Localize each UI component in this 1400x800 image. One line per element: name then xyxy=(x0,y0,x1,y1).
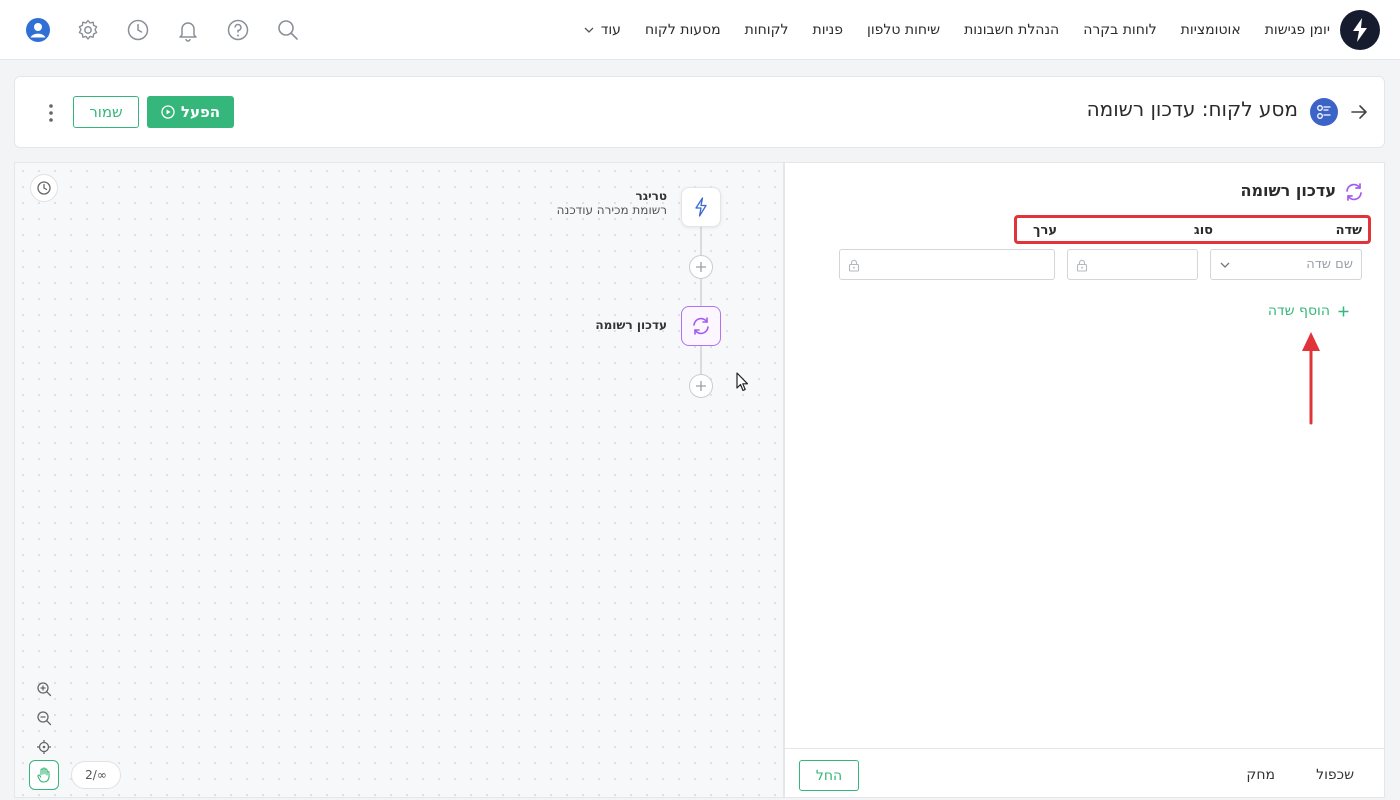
search-icon[interactable] xyxy=(275,17,301,43)
add-step-button[interactable] xyxy=(689,255,713,279)
top-navbar: יומן פגישות אוטומציות לוחות בקרה הנהלת ח… xyxy=(0,0,1400,60)
nav-item-customers[interactable]: לקוחות xyxy=(745,22,789,38)
mouse-cursor-icon xyxy=(736,372,750,392)
nav-item-calls[interactable]: שיחות טלפון xyxy=(867,22,940,38)
kebab-icon[interactable] xyxy=(41,101,61,125)
help-icon[interactable] xyxy=(225,17,251,43)
logo-icon[interactable] xyxy=(1340,10,1380,50)
trigger-node-title: טריגר xyxy=(635,189,668,203)
annotation-arrow xyxy=(1297,329,1325,425)
chevron-down-icon xyxy=(583,24,595,36)
add-field-label: הוסף שדה xyxy=(1267,303,1330,319)
zoom-out-icon[interactable] xyxy=(29,703,59,732)
plus-icon xyxy=(695,261,707,273)
chevron-down-icon xyxy=(1219,259,1231,271)
trigger-node-subtitle: רשומת מכירה עודכנה xyxy=(556,203,667,217)
clock-icon[interactable] xyxy=(125,17,151,43)
run-button[interactable]: הפעל xyxy=(147,96,234,128)
run-button-label: הפעל xyxy=(180,103,221,121)
duplicate-button[interactable]: שכפול xyxy=(1316,767,1354,783)
delete-button[interactable]: מחק xyxy=(1246,767,1275,783)
history-icon[interactable] xyxy=(30,174,58,202)
nav-item-automations[interactable]: אוטומציות xyxy=(1181,22,1241,38)
journey-header: מסע לקוח: עדכון רשומה הפעל שמור xyxy=(14,76,1385,148)
nav-item-meetings[interactable]: יומן פגישות xyxy=(1265,22,1330,38)
field-name-placeholder: שם שדה xyxy=(1306,257,1353,272)
nav-item-accounting[interactable]: הנהלת חשבונות xyxy=(964,22,1059,38)
nav-item-journeys[interactable]: מסעות לקוח xyxy=(645,22,721,38)
nav-more-label: עוד xyxy=(600,22,621,38)
field-value-input[interactable] xyxy=(839,249,1055,280)
plus-icon xyxy=(695,380,707,392)
journey-icon xyxy=(1310,98,1338,126)
crosshair-icon[interactable] xyxy=(29,732,59,761)
gear-icon[interactable] xyxy=(75,17,101,43)
refresh-icon xyxy=(690,315,712,337)
panel-title: עדכון רשומה xyxy=(1240,181,1336,200)
panel-footer: החל שכפול מחק xyxy=(785,748,1384,798)
flow-canvas[interactable]: טריגר רשומת מכירה עודכנה עדכון רשומה 2/∞ xyxy=(14,162,784,798)
lightning-icon xyxy=(692,197,710,217)
trigger-node-label: טריגר רשומת מכירה עודכנה xyxy=(557,189,667,217)
nav-item-tickets[interactable]: פניות xyxy=(813,22,844,38)
field-name-select[interactable]: שם שדה xyxy=(1210,249,1362,280)
user-icon[interactable] xyxy=(25,17,51,43)
page-indicator: 2/∞ xyxy=(71,761,121,789)
field-type-input[interactable] xyxy=(1067,249,1198,280)
apply-button[interactable]: החל xyxy=(799,760,859,791)
save-button[interactable]: שמור xyxy=(73,96,139,128)
nav-item-more[interactable]: עוד xyxy=(583,22,621,38)
refresh-icon xyxy=(1343,181,1365,203)
nav-item-dashboards[interactable]: לוחות בקרה xyxy=(1083,22,1156,38)
trigger-node[interactable] xyxy=(681,187,721,227)
play-circle-icon xyxy=(161,105,175,119)
step-settings-panel: עדכון רשומה שדה סוג ערך שם שדה הוסף שדה … xyxy=(784,162,1385,798)
arrow-right-icon[interactable] xyxy=(1348,101,1370,123)
columns-header-highlight: שדה סוג ערך xyxy=(1014,215,1371,244)
column-field-label: שדה xyxy=(1335,223,1362,238)
update-record-node[interactable] xyxy=(681,306,721,346)
page-title: מסע לקוח: עדכון רשומה xyxy=(1086,97,1298,121)
plus-icon xyxy=(1338,306,1349,317)
add-step-button[interactable] xyxy=(689,374,713,398)
zoom-in-icon[interactable] xyxy=(29,674,59,703)
hand-icon[interactable] xyxy=(29,760,59,790)
zoom-controls xyxy=(29,674,59,761)
lock-icon xyxy=(1076,259,1088,272)
column-type-label: סוג xyxy=(1193,223,1213,238)
update-record-node-title: עדכון רשומה xyxy=(595,318,667,332)
lock-icon xyxy=(848,259,860,272)
main-nav: יומן פגישות אוטומציות לוחות בקרה הנהלת ח… xyxy=(583,0,1330,60)
column-value-label: ערך xyxy=(1033,223,1057,238)
update-record-node-label: עדכון רשומה xyxy=(595,318,667,332)
bell-icon[interactable] xyxy=(175,17,201,43)
add-field-button[interactable]: הוסף שדה xyxy=(1268,303,1349,319)
